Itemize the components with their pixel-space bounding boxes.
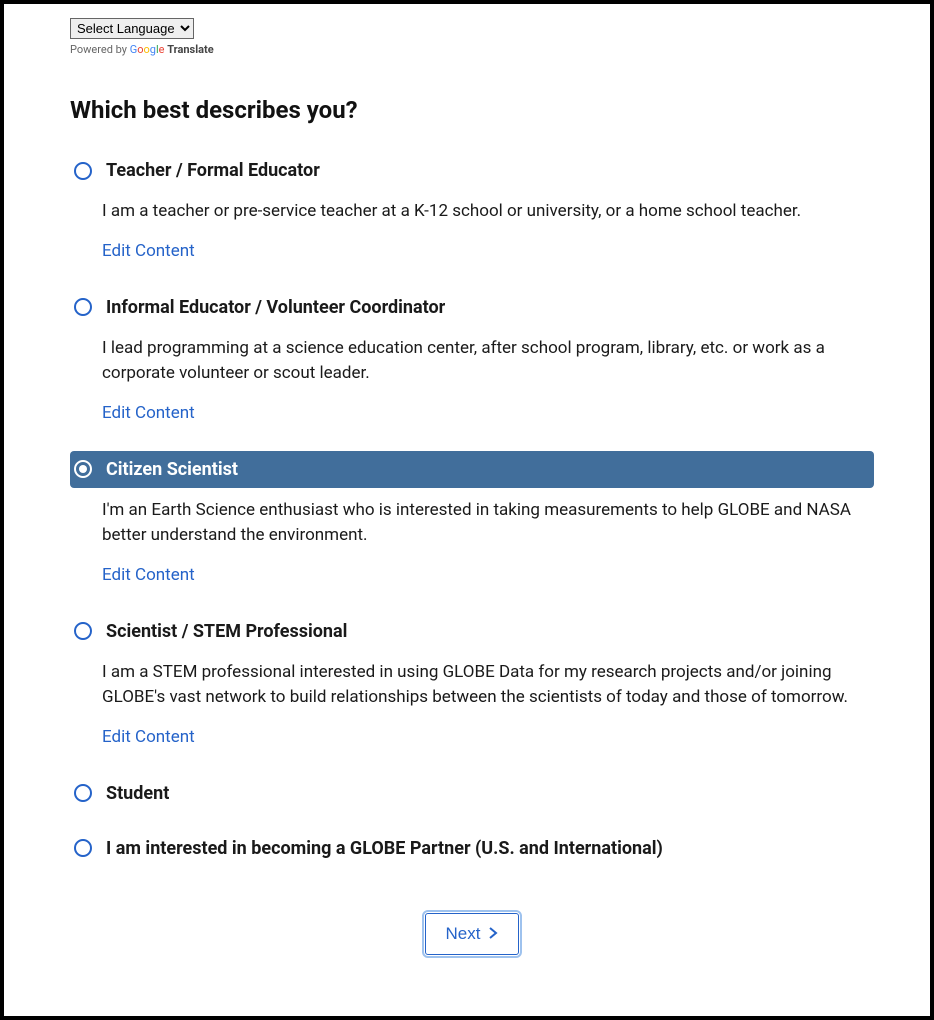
radio-icon[interactable]	[74, 622, 92, 640]
option-4: Student	[70, 775, 874, 812]
chevron-right-icon	[488, 924, 498, 944]
edit-content-link[interactable]: Edit Content	[102, 403, 195, 423]
radio-inner-dot	[79, 303, 87, 311]
option-title: Citizen Scientist	[106, 459, 238, 480]
option-1: Informal Educator / Volunteer Coordinato…	[70, 289, 874, 433]
language-select[interactable]: Select Language	[70, 18, 194, 39]
radio-inner-dot	[79, 627, 87, 635]
option-body: I'm an Earth Science enthusiast who is i…	[102, 498, 874, 595]
option-3: Scientist / STEM Professional I am a STEM…	[70, 613, 874, 757]
radio-inner-dot	[79, 844, 87, 852]
option-5: I am interested in becoming a GLOBE Part…	[70, 830, 874, 867]
option-radio-row[interactable]: I am interested in becoming a GLOBE Part…	[70, 830, 874, 867]
powered-prefix: Powered by	[70, 43, 130, 56]
option-body: I am a teacher or pre-service teacher at…	[102, 199, 874, 271]
options-list: Teacher / Formal Educator I am a teacher …	[70, 152, 874, 867]
radio-inner-dot	[79, 465, 87, 473]
radio-icon[interactable]	[74, 839, 92, 857]
option-radio-row[interactable]: Teacher / Formal Educator	[70, 152, 874, 189]
edit-content-link[interactable]: Edit Content	[102, 565, 195, 585]
option-title: Informal Educator / Volunteer Coordinato…	[106, 297, 445, 318]
option-radio-row[interactable]: Citizen Scientist	[70, 451, 874, 488]
option-radio-row[interactable]: Informal Educator / Volunteer Coordinato…	[70, 289, 874, 326]
option-body: I am a STEM professional interested in u…	[102, 660, 874, 757]
option-title: Student	[106, 783, 169, 804]
next-button-label: Next	[446, 924, 481, 944]
option-2: Citizen Scientist I'm an Earth Science en…	[70, 451, 874, 595]
powered-by-label: Powered by Google Translate	[70, 43, 874, 56]
option-body: I lead programming at a science educatio…	[102, 336, 874, 433]
radio-icon[interactable]	[74, 784, 92, 802]
option-radio-row[interactable]: Student	[70, 775, 874, 812]
page-title: Which best describes you?	[70, 96, 874, 124]
radio-icon[interactable]	[74, 298, 92, 316]
option-0: Teacher / Formal Educator I am a teacher …	[70, 152, 874, 271]
form-frame: Select Language Powered by Google Transl…	[0, 0, 934, 1020]
radio-icon[interactable]	[74, 162, 92, 180]
option-title: I am interested in becoming a GLOBE Part…	[106, 838, 663, 859]
option-radio-row[interactable]: Scientist / STEM Professional	[70, 613, 874, 650]
radio-inner-dot	[79, 167, 87, 175]
google-logo-letter: e	[159, 43, 165, 56]
option-description: I am a teacher or pre-service teacher at…	[102, 199, 874, 225]
option-title: Teacher / Formal Educator	[106, 160, 320, 181]
option-description: I'm an Earth Science enthusiast who is i…	[102, 498, 874, 549]
translate-label: Translate	[167, 43, 213, 56]
edit-content-link[interactable]: Edit Content	[102, 241, 195, 261]
edit-content-link[interactable]: Edit Content	[102, 727, 195, 747]
next-button-wrap: Next	[70, 913, 874, 955]
radio-inner-dot	[79, 789, 87, 797]
option-description: I lead programming at a science educatio…	[102, 336, 874, 387]
option-description: I am a STEM professional interested in u…	[102, 660, 874, 711]
radio-icon[interactable]	[74, 460, 92, 478]
option-title: Scientist / STEM Professional	[106, 621, 347, 642]
next-button[interactable]: Next	[425, 913, 520, 955]
